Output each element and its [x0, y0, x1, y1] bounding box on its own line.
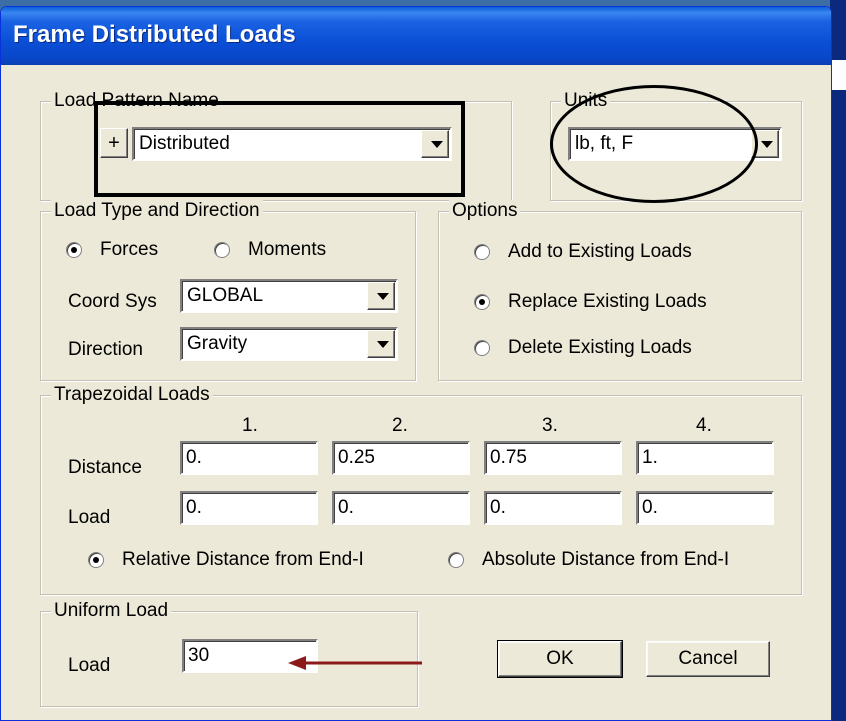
annotation-highlight-rectangle: [94, 101, 465, 197]
window-title: Frame Distributed Loads: [13, 21, 296, 48]
absolute-distance-label: Absolute Distance from End-I: [482, 549, 730, 570]
column-header-2: 2.: [392, 415, 408, 436]
background-window-edge: [830, 0, 846, 721]
relative-distance-radio-indicator[interactable]: [88, 552, 104, 568]
column-header-4: 4.: [696, 415, 712, 436]
annotation-arrow-icon: [288, 656, 422, 670]
direction-value: Gravity: [187, 333, 248, 354]
delete-existing-label: Delete Existing Loads: [508, 337, 692, 358]
direction-dropdown-arrow-icon[interactable]: [367, 330, 395, 358]
distance-field-1[interactable]: 0.: [180, 441, 318, 475]
uniform-load-label: Load: [68, 655, 111, 676]
direction-label: Direction: [68, 339, 143, 360]
load-type-group-label: Load Type and Direction: [51, 200, 263, 222]
load-field-3[interactable]: 0.: [484, 491, 622, 525]
coord-sys-label: Coord Sys: [68, 291, 157, 312]
forces-radio[interactable]: Forces: [66, 239, 158, 261]
delete-existing-radio[interactable]: Delete Existing Loads: [474, 337, 692, 359]
moments-radio-indicator[interactable]: [214, 242, 230, 258]
add-to-existing-radio-indicator[interactable]: [474, 244, 490, 260]
replace-existing-label: Replace Existing Loads: [508, 291, 707, 312]
coord-sys-value: GLOBAL: [187, 285, 264, 306]
forces-radio-label: Forces: [100, 239, 159, 260]
dialog-client-area: Load Pattern Name + Distributed Units lb…: [4, 65, 828, 717]
relative-distance-radio[interactable]: Relative Distance from End-I: [88, 549, 364, 571]
delete-existing-radio-indicator[interactable]: [474, 340, 490, 356]
direction-dropdown[interactable]: Gravity: [180, 327, 398, 361]
add-to-existing-label: Add to Existing Loads: [508, 241, 692, 262]
relative-distance-label: Relative Distance from End-I: [122, 549, 364, 570]
cancel-button[interactable]: Cancel: [646, 641, 770, 677]
trapezoidal-group-label: Trapezoidal Loads: [51, 384, 213, 406]
background-window-edge-light: [830, 60, 846, 90]
moments-radio-label: Moments: [248, 239, 327, 260]
replace-existing-radio[interactable]: Replace Existing Loads: [474, 291, 707, 313]
load-field-2[interactable]: 0.: [332, 491, 470, 525]
moments-radio[interactable]: Moments: [214, 239, 326, 261]
options-group-label: Options: [449, 200, 521, 222]
absolute-distance-radio-indicator[interactable]: [448, 552, 464, 568]
load-field-4[interactable]: 0.: [636, 491, 774, 525]
ok-button[interactable]: OK: [497, 640, 623, 678]
replace-existing-radio-indicator[interactable]: [474, 294, 490, 310]
absolute-distance-radio[interactable]: Absolute Distance from End-I: [448, 549, 729, 571]
distance-field-3[interactable]: 0.75: [484, 441, 622, 475]
load-row-label: Load: [68, 507, 111, 528]
ok-button-label: OK: [546, 648, 574, 669]
title-bar[interactable]: Frame Distributed Loads: [1, 7, 831, 65]
cancel-button-label: Cancel: [678, 648, 738, 669]
load-field-1[interactable]: 0.: [180, 491, 318, 525]
column-header-1: 1.: [242, 415, 258, 436]
annotation-highlight-ellipse: [550, 85, 758, 203]
column-header-3: 3.: [542, 415, 558, 436]
coord-sys-dropdown-arrow-icon[interactable]: [367, 282, 395, 310]
uniform-load-group-label: Uniform Load: [51, 600, 172, 622]
distance-row-label: Distance: [68, 457, 142, 478]
distance-field-2[interactable]: 0.25: [332, 441, 470, 475]
distance-field-4[interactable]: 1.: [636, 441, 774, 475]
forces-radio-indicator[interactable]: [66, 242, 82, 258]
add-to-existing-radio[interactable]: Add to Existing Loads: [474, 241, 692, 263]
dialog-window: Frame Distributed Loads Load Pattern Nam…: [0, 6, 832, 721]
coord-sys-dropdown[interactable]: GLOBAL: [180, 279, 398, 313]
